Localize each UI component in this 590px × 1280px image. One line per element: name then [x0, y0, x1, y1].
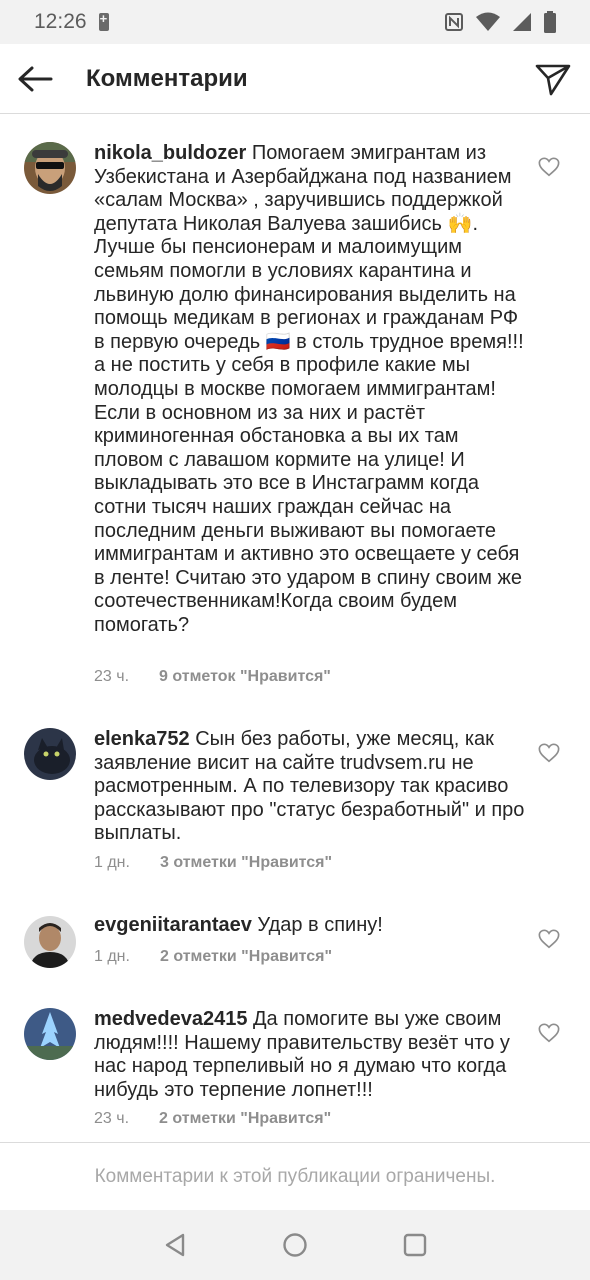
- status-bar: 12:26: [0, 0, 590, 44]
- back-button[interactable]: [0, 44, 70, 114]
- comment-time: 23 ч.: [94, 668, 130, 685]
- avatar-image: [24, 1008, 76, 1060]
- avatar-image: [24, 142, 76, 194]
- battery-saver-icon: [98, 11, 109, 31]
- comment-time: 1 дн.: [94, 948, 130, 965]
- comment-likes[interactable]: 3 отметки "Нравится": [160, 854, 332, 872]
- comment-content: Удар в спину!: [257, 914, 383, 936]
- paper-plane-icon: [535, 64, 571, 96]
- comment-username[interactable]: medvedeva2415: [94, 1008, 247, 1030]
- like-button[interactable]: [538, 742, 560, 764]
- comment-username[interactable]: nikola_buldozer: [94, 142, 246, 164]
- avatar-image: [24, 728, 76, 780]
- share-button[interactable]: [532, 58, 574, 100]
- comment-meta: 1 дн. 3 отметки "Нравится": [94, 854, 332, 872]
- circle-home-icon: [283, 1233, 307, 1257]
- comment-username[interactable]: evgeniitarantaev: [94, 914, 252, 936]
- comment-text: evgeniitarantaev Удар в спину!: [94, 914, 526, 938]
- comment-meta: 23 ч. 9 отметок "Нравится": [94, 668, 331, 686]
- heart-outline-icon: [538, 929, 560, 949]
- avatar[interactable]: [24, 916, 76, 968]
- like-button[interactable]: [538, 928, 560, 950]
- square-recents-icon: [403, 1233, 427, 1257]
- avatar[interactable]: [24, 142, 76, 194]
- header: Комментарии: [0, 44, 590, 114]
- wifi-icon: [476, 12, 500, 31]
- comment-text: nikola_buldozer Помогаем эмигрантам из У…: [94, 142, 526, 637]
- status-icons: [444, 11, 556, 33]
- comment-username[interactable]: elenka752: [94, 728, 190, 750]
- triangle-back-icon: [165, 1233, 185, 1257]
- heart-outline-icon: [538, 1023, 560, 1043]
- nav-recents-button[interactable]: [401, 1231, 429, 1259]
- comment-meta: 23 ч. 2 отметки "Нравится": [94, 1110, 331, 1128]
- arrow-left-icon: [18, 66, 53, 91]
- comment-time: 23 ч.: [94, 1110, 130, 1127]
- footer-divider: [0, 1142, 590, 1143]
- avatar-image: [24, 916, 76, 968]
- comment-likes[interactable]: 2 отметки "Нравится": [160, 948, 332, 966]
- heart-outline-icon: [538, 157, 560, 177]
- avatar[interactable]: [24, 728, 76, 780]
- avatar[interactable]: [24, 1008, 76, 1060]
- comment-meta: 1 дн. 2 отметки "Нравится": [94, 948, 332, 966]
- comment-content: Помогаем эмигрантам из Узбекистана и Азе…: [94, 142, 524, 636]
- heart-outline-icon: [538, 743, 560, 763]
- nav-home-button[interactable]: [281, 1231, 309, 1259]
- system-nav-bar: [0, 1210, 590, 1280]
- nfc-icon: [445, 13, 463, 31]
- comment-time: 1 дн.: [94, 854, 130, 871]
- status-time: 12:26: [34, 10, 87, 33]
- nav-back-button[interactable]: [161, 1231, 189, 1259]
- like-button[interactable]: [538, 156, 560, 178]
- page-title: Комментарии: [86, 64, 248, 92]
- comment-likes[interactable]: 9 отметок "Нравится": [159, 668, 331, 686]
- comment-text: medvedeva2415 Да помогите вы уже своим л…: [94, 1008, 526, 1102]
- like-button[interactable]: [538, 1022, 560, 1044]
- battery-icon: [544, 11, 556, 33]
- signal-icon: [513, 13, 531, 31]
- comments-restricted-notice: Комментарии к этой публикации ограничены…: [94, 1166, 496, 1187]
- comment-likes[interactable]: 2 отметки "Нравится": [159, 1110, 331, 1128]
- comment-text: elenka752 Сын без работы, уже месяц, как…: [94, 728, 526, 846]
